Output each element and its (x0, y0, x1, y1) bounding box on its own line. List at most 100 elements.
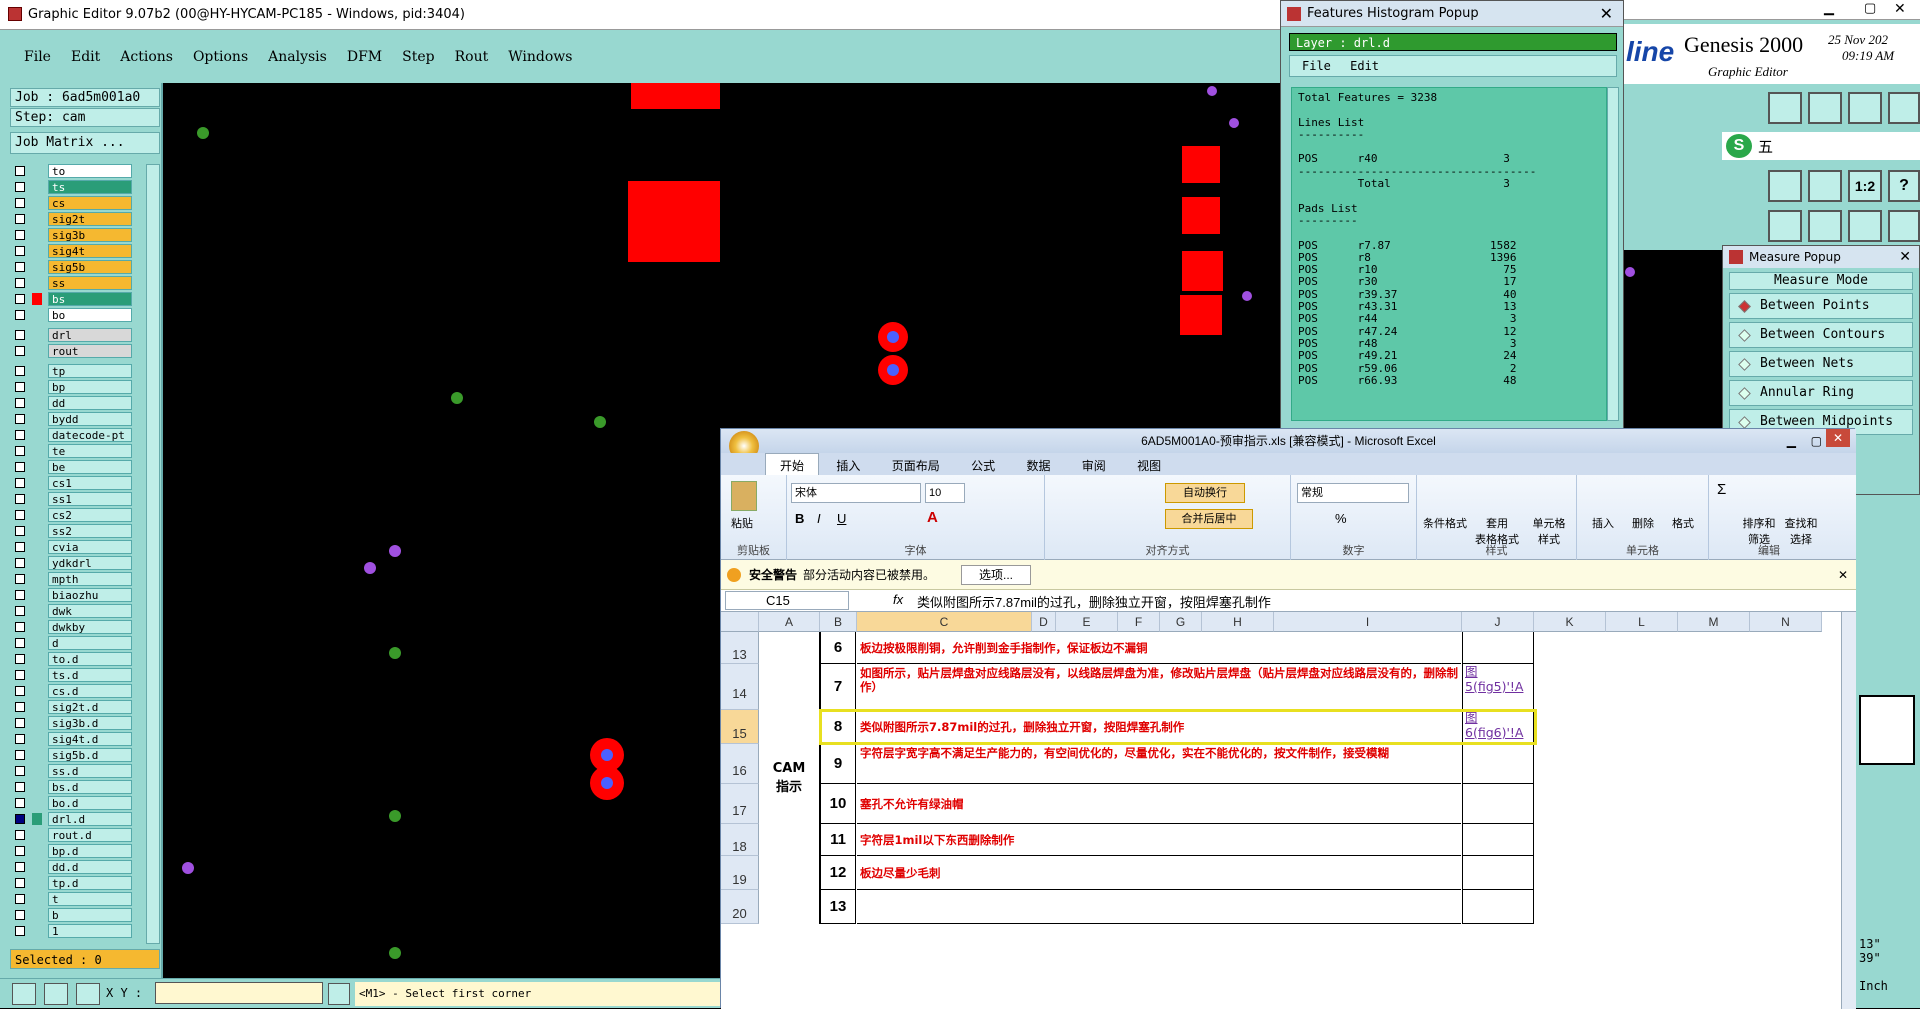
layer-checkbox[interactable] (15, 654, 25, 664)
layer-row[interactable]: bydd (10, 412, 132, 426)
layer-checkbox[interactable] (15, 230, 25, 240)
paste-label[interactable]: 粘贴 (731, 515, 753, 531)
column-header[interactable]: K (1534, 612, 1606, 632)
xy-input[interactable] (155, 982, 323, 1004)
ime-mode-icon[interactable]: 五 (1758, 136, 1773, 157)
layer-row[interactable]: dwk (10, 604, 132, 618)
instruction-cell[interactable]: 如图所示，贴片层焊盘对应线路层没有，以线路层焊盘为准，修改贴片层焊盘（贴片层焊盘… (857, 664, 1461, 710)
figure-link-cell[interactable] (1462, 856, 1534, 890)
column-header[interactable]: B (820, 612, 857, 632)
layer-row[interactable]: ydkdrl (10, 556, 132, 570)
layer-checkbox[interactable] (15, 926, 25, 936)
worksheet-grid[interactable]: A B C D E F G H I J K L M N 13 6 板边按极限削铜，允许削到金手指制作，保证板边不… (721, 612, 1841, 1009)
layer-checkbox[interactable] (15, 798, 25, 808)
fit-icon[interactable] (1768, 170, 1802, 202)
layer-checkbox[interactable] (15, 622, 25, 632)
layer-row[interactable]: bp.d (10, 844, 132, 858)
item-number-cell[interactable]: 7 (820, 664, 856, 710)
layer-row[interactable]: b (10, 908, 132, 922)
layer-row[interactable]: 1 (10, 924, 132, 938)
figure-link-cell[interactable] (1462, 632, 1534, 664)
layer-row[interactable]: ss2 (10, 524, 132, 538)
net-icon[interactable] (1848, 210, 1882, 242)
layer-checkbox[interactable] (15, 262, 25, 272)
layer-row[interactable]: sig4t (10, 244, 132, 258)
column-header[interactable]: M (1678, 612, 1750, 632)
layer-row[interactable]: dwkby (10, 620, 132, 634)
menu-file[interactable]: File (24, 49, 51, 65)
menu-analysis[interactable]: Analysis (268, 49, 327, 65)
layer-row[interactable]: cs.d (10, 684, 132, 698)
mini-view[interactable] (1859, 695, 1915, 765)
column-header[interactable]: C (857, 612, 1032, 632)
layer-checkbox[interactable] (15, 398, 25, 408)
layer-row[interactable]: drl (10, 328, 132, 342)
histogram-menu[interactable]: File Edit (1289, 55, 1617, 77)
conditional-format-button[interactable]: 条件格式 (1419, 515, 1471, 531)
menu-windows[interactable]: Windows (508, 49, 572, 65)
row-header[interactable]: 15 (721, 710, 759, 744)
layer-row[interactable]: ss1 (10, 492, 132, 506)
row-header[interactable]: 17 (721, 784, 759, 824)
menu-edit[interactable]: Edit (71, 49, 100, 65)
layer-row[interactable]: rout.d (10, 828, 132, 842)
layer-row[interactable]: sig3b (10, 228, 132, 242)
layer-row[interactable]: sig2t.d (10, 700, 132, 714)
menu-actions[interactable]: Actions (120, 49, 173, 65)
help-icon[interactable]: ? (1888, 170, 1920, 202)
layer-row[interactable]: bp (10, 380, 132, 394)
instruction-cell[interactable]: 类似附图所示7.87mil的过孔，删除独立开窗，按阻焊塞孔制作 (857, 710, 1461, 744)
layer-row[interactable]: bs (10, 292, 132, 306)
layer-row[interactable]: dd (10, 396, 132, 410)
annular-ring-option[interactable]: Annular Ring (1729, 380, 1913, 406)
layer-checkbox[interactable] (15, 718, 25, 728)
layer-checkbox[interactable] (15, 814, 25, 824)
layer-checkbox[interactable] (15, 294, 25, 304)
layer-checkbox[interactable] (15, 330, 25, 340)
item-number-cell[interactable]: 10 (820, 784, 856, 824)
layer-row[interactable]: sig3b.d (10, 716, 132, 730)
close-icon[interactable]: ✕ (1899, 246, 1911, 268)
layer-checkbox[interactable] (15, 542, 25, 552)
column-header[interactable]: N (1750, 612, 1822, 632)
delete-cells-button[interactable]: 删除 (1623, 515, 1663, 531)
layer-checkbox[interactable] (15, 734, 25, 744)
layer-row[interactable]: ss.d (10, 764, 132, 778)
sum-icon[interactable]: Σ (1717, 481, 1726, 498)
column-header[interactable]: L (1606, 612, 1678, 632)
formula-input[interactable]: 类似附图所示7.87mil的过孔，删除独立开窗，按阻焊塞孔制作 (917, 592, 1271, 611)
layer-checkbox[interactable] (15, 366, 25, 376)
figure-link-cell[interactable]: 图5(fig5)'!A (1462, 664, 1534, 710)
snap-toggle-icon[interactable] (328, 983, 350, 1005)
close-icon[interactable]: ✕ (1838, 560, 1848, 590)
layer-row[interactable]: sig5b (10, 260, 132, 274)
italic-icon[interactable]: I (817, 511, 821, 526)
layer-checkbox[interactable] (15, 526, 25, 536)
layer-checkbox[interactable] (15, 638, 25, 648)
layer-checkbox[interactable] (15, 878, 25, 888)
maximize-icon[interactable]: ▢ (1864, 0, 1876, 16)
layer-row[interactable]: sig5b.d (10, 748, 132, 762)
layer-row[interactable]: tp.d (10, 876, 132, 890)
layer-checkbox[interactable] (15, 686, 25, 696)
row-header[interactable]: 18 (721, 824, 759, 856)
layer-checkbox[interactable] (15, 894, 25, 904)
layer-checkbox[interactable] (15, 766, 25, 776)
layer-checkbox[interactable] (15, 462, 25, 472)
layer-row[interactable]: ts (10, 180, 132, 194)
instruction-cell[interactable]: 塞孔不允许有绿油帽 (857, 784, 1461, 824)
instruction-cell[interactable]: 板边按极限削铜，允许削到金手指制作，保证板边不漏铜 (857, 632, 1461, 664)
row-header[interactable]: 14 (721, 664, 759, 710)
layer-checkbox[interactable] (15, 510, 25, 520)
format-cells-button[interactable]: 格式 (1663, 515, 1703, 531)
layer-scrollbar[interactable] (146, 164, 160, 944)
column-header[interactable]: E (1056, 612, 1118, 632)
layer-row[interactable]: drl.d (10, 812, 132, 826)
menu-rout[interactable]: Rout (455, 49, 489, 65)
section-label-cell[interactable]: CAM 指示 (759, 632, 820, 924)
column-header[interactable]: A (759, 612, 820, 632)
layer-row[interactable]: sig4t.d (10, 732, 132, 746)
ime-toolbar[interactable]: S 五 (1722, 132, 1920, 160)
tab-page-layout[interactable]: 页面布局 (878, 454, 954, 477)
column-header[interactable]: F (1118, 612, 1160, 632)
